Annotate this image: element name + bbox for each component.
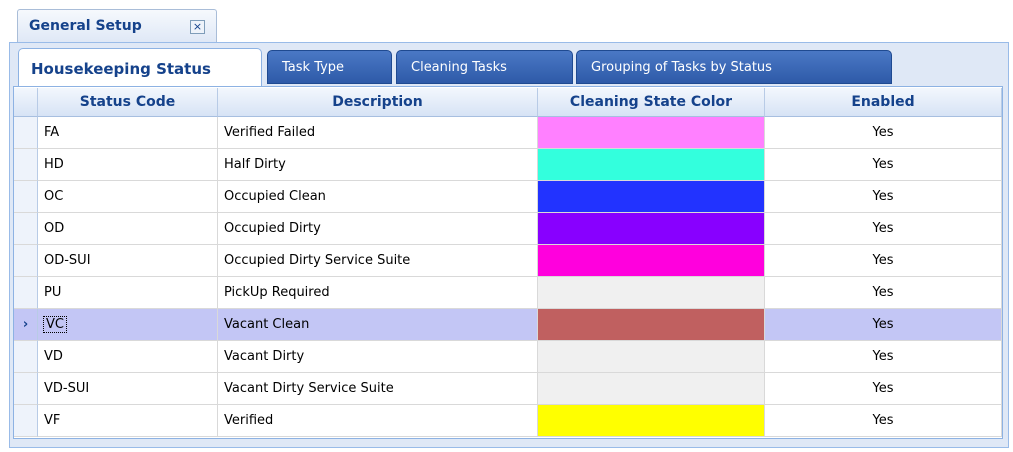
cell-status-code[interactable]: FA bbox=[38, 117, 218, 149]
status-code-text: OD bbox=[44, 221, 65, 236]
cell-cleaning-state-color[interactable] bbox=[538, 213, 765, 245]
color-swatch bbox=[538, 405, 764, 436]
tab-task-type[interactable]: Task Type bbox=[267, 50, 392, 84]
cell-cleaning-state-color[interactable] bbox=[538, 309, 765, 341]
cell-enabled[interactable]: Yes bbox=[765, 181, 1002, 213]
cell-enabled[interactable]: Yes bbox=[765, 277, 1002, 309]
cell-enabled[interactable]: Yes bbox=[765, 149, 1002, 181]
cell-enabled[interactable]: Yes bbox=[765, 405, 1002, 437]
cell-description[interactable]: Occupied Dirty Service Suite bbox=[218, 245, 538, 277]
table-row[interactable]: VD Vacant Dirty Yes bbox=[14, 341, 1002, 373]
color-swatch bbox=[538, 245, 764, 276]
cell-description[interactable]: Vacant Dirty bbox=[218, 341, 538, 373]
cell-enabled[interactable]: Yes bbox=[765, 213, 1002, 245]
cell-cleaning-state-color[interactable] bbox=[538, 373, 765, 405]
tab-grouping-of-tasks-by-status[interactable]: Grouping of Tasks by Status bbox=[576, 50, 892, 84]
cell-status-code[interactable]: OD bbox=[38, 213, 218, 245]
cell-status-code[interactable]: OD-SUI bbox=[38, 245, 218, 277]
table-row[interactable]: FA Verified Failed Yes bbox=[14, 117, 1002, 149]
cell-description[interactable]: Half Dirty bbox=[218, 149, 538, 181]
table-row[interactable]: OD Occupied Dirty Yes bbox=[14, 213, 1002, 245]
cell-enabled[interactable]: Yes bbox=[765, 117, 1002, 149]
table-row[interactable]: OC Occupied Clean Yes bbox=[14, 181, 1002, 213]
table-row[interactable]: PU PickUp Required Yes bbox=[14, 277, 1002, 309]
tab-housekeeping-status[interactable]: Housekeeping Status bbox=[18, 48, 262, 86]
row-indicator[interactable] bbox=[14, 277, 38, 309]
close-icon[interactable]: × bbox=[190, 20, 205, 34]
color-swatch bbox=[538, 277, 764, 308]
tab-cleaning-tasks[interactable]: Cleaning Tasks bbox=[396, 50, 573, 84]
color-swatch bbox=[538, 181, 764, 212]
status-code-text: OD-SUI bbox=[44, 253, 91, 268]
tab-label: Housekeeping Status bbox=[31, 60, 211, 78]
cell-cleaning-state-color[interactable] bbox=[538, 405, 765, 437]
color-swatch bbox=[538, 117, 764, 148]
tab-label: Grouping of Tasks by Status bbox=[591, 60, 772, 75]
cell-status-code[interactable]: VD-SUI bbox=[38, 373, 218, 405]
cell-cleaning-state-color[interactable] bbox=[538, 245, 765, 277]
housekeeping-status-grid[interactable]: Status Code Description Cleaning State C… bbox=[13, 86, 1003, 439]
column-header-description[interactable]: Description bbox=[218, 88, 538, 117]
column-header-status-code[interactable]: Status Code bbox=[38, 88, 218, 117]
cell-status-code[interactable]: PU bbox=[38, 277, 218, 309]
row-indicator[interactable] bbox=[14, 117, 38, 149]
table-row[interactable]: VF Verified Yes bbox=[14, 405, 1002, 437]
status-code-text: VF bbox=[44, 413, 61, 428]
cell-enabled[interactable]: Yes bbox=[765, 373, 1002, 405]
cell-enabled[interactable]: Yes bbox=[765, 341, 1002, 373]
status-code-text: PU bbox=[44, 285, 62, 300]
table-row[interactable]: VD-SUI Vacant Dirty Service Suite Yes bbox=[14, 373, 1002, 405]
cell-status-code[interactable]: VF bbox=[38, 405, 218, 437]
cell-enabled[interactable]: Yes bbox=[765, 309, 1002, 341]
row-indicator[interactable] bbox=[14, 213, 38, 245]
color-swatch bbox=[538, 373, 764, 404]
status-code-text: VD bbox=[44, 349, 63, 364]
cell-status-code[interactable]: VD bbox=[38, 341, 218, 373]
cell-description[interactable]: Vacant Dirty Service Suite bbox=[218, 373, 538, 405]
tab-label: Task Type bbox=[282, 60, 345, 75]
cell-description[interactable]: Vacant Clean bbox=[218, 309, 538, 341]
cell-status-code[interactable]: OC bbox=[38, 181, 218, 213]
row-indicator[interactable] bbox=[14, 245, 38, 277]
cell-status-code[interactable]: VC bbox=[38, 309, 218, 341]
cell-description[interactable]: Verified bbox=[218, 405, 538, 437]
cell-description[interactable]: PickUp Required bbox=[218, 277, 538, 309]
cell-description[interactable]: Verified Failed bbox=[218, 117, 538, 149]
row-indicator[interactable] bbox=[14, 149, 38, 181]
row-indicator[interactable] bbox=[14, 405, 38, 437]
table-row[interactable]: › VC Vacant Clean Yes bbox=[14, 309, 1002, 341]
table-row[interactable]: OD-SUI Occupied Dirty Service Suite Yes bbox=[14, 245, 1002, 277]
status-code-text: VC bbox=[43, 316, 67, 333]
document-tab-general-setup[interactable]: General Setup × bbox=[17, 9, 217, 42]
cell-description[interactable]: Occupied Clean bbox=[218, 181, 538, 213]
cell-status-code[interactable]: HD bbox=[38, 149, 218, 181]
cell-cleaning-state-color[interactable] bbox=[538, 149, 765, 181]
row-indicator[interactable] bbox=[14, 341, 38, 373]
cell-description[interactable]: Occupied Dirty bbox=[218, 213, 538, 245]
row-indicator[interactable] bbox=[14, 373, 38, 405]
column-header-enabled[interactable]: Enabled bbox=[765, 88, 1002, 117]
cell-cleaning-state-color[interactable] bbox=[538, 277, 765, 309]
cell-cleaning-state-color[interactable] bbox=[538, 117, 765, 149]
color-swatch bbox=[538, 341, 764, 372]
row-indicator-header bbox=[14, 88, 38, 117]
cell-cleaning-state-color[interactable] bbox=[538, 181, 765, 213]
cell-cleaning-state-color[interactable] bbox=[538, 341, 765, 373]
status-code-text: HD bbox=[44, 157, 64, 172]
color-swatch bbox=[538, 309, 764, 340]
table-row[interactable]: HD Half Dirty Yes bbox=[14, 149, 1002, 181]
row-indicator[interactable]: › bbox=[14, 309, 38, 341]
document-tab-title: General Setup bbox=[29, 18, 142, 34]
status-code-text: FA bbox=[44, 125, 60, 140]
row-indicator[interactable] bbox=[14, 181, 38, 213]
status-code-text: VD-SUI bbox=[44, 381, 90, 396]
color-swatch bbox=[538, 213, 764, 244]
status-code-text: OC bbox=[44, 189, 64, 204]
color-swatch bbox=[538, 149, 764, 180]
cell-enabled[interactable]: Yes bbox=[765, 245, 1002, 277]
tab-label: Cleaning Tasks bbox=[411, 60, 507, 75]
column-header-cleaning-state-color[interactable]: Cleaning State Color bbox=[538, 88, 765, 117]
